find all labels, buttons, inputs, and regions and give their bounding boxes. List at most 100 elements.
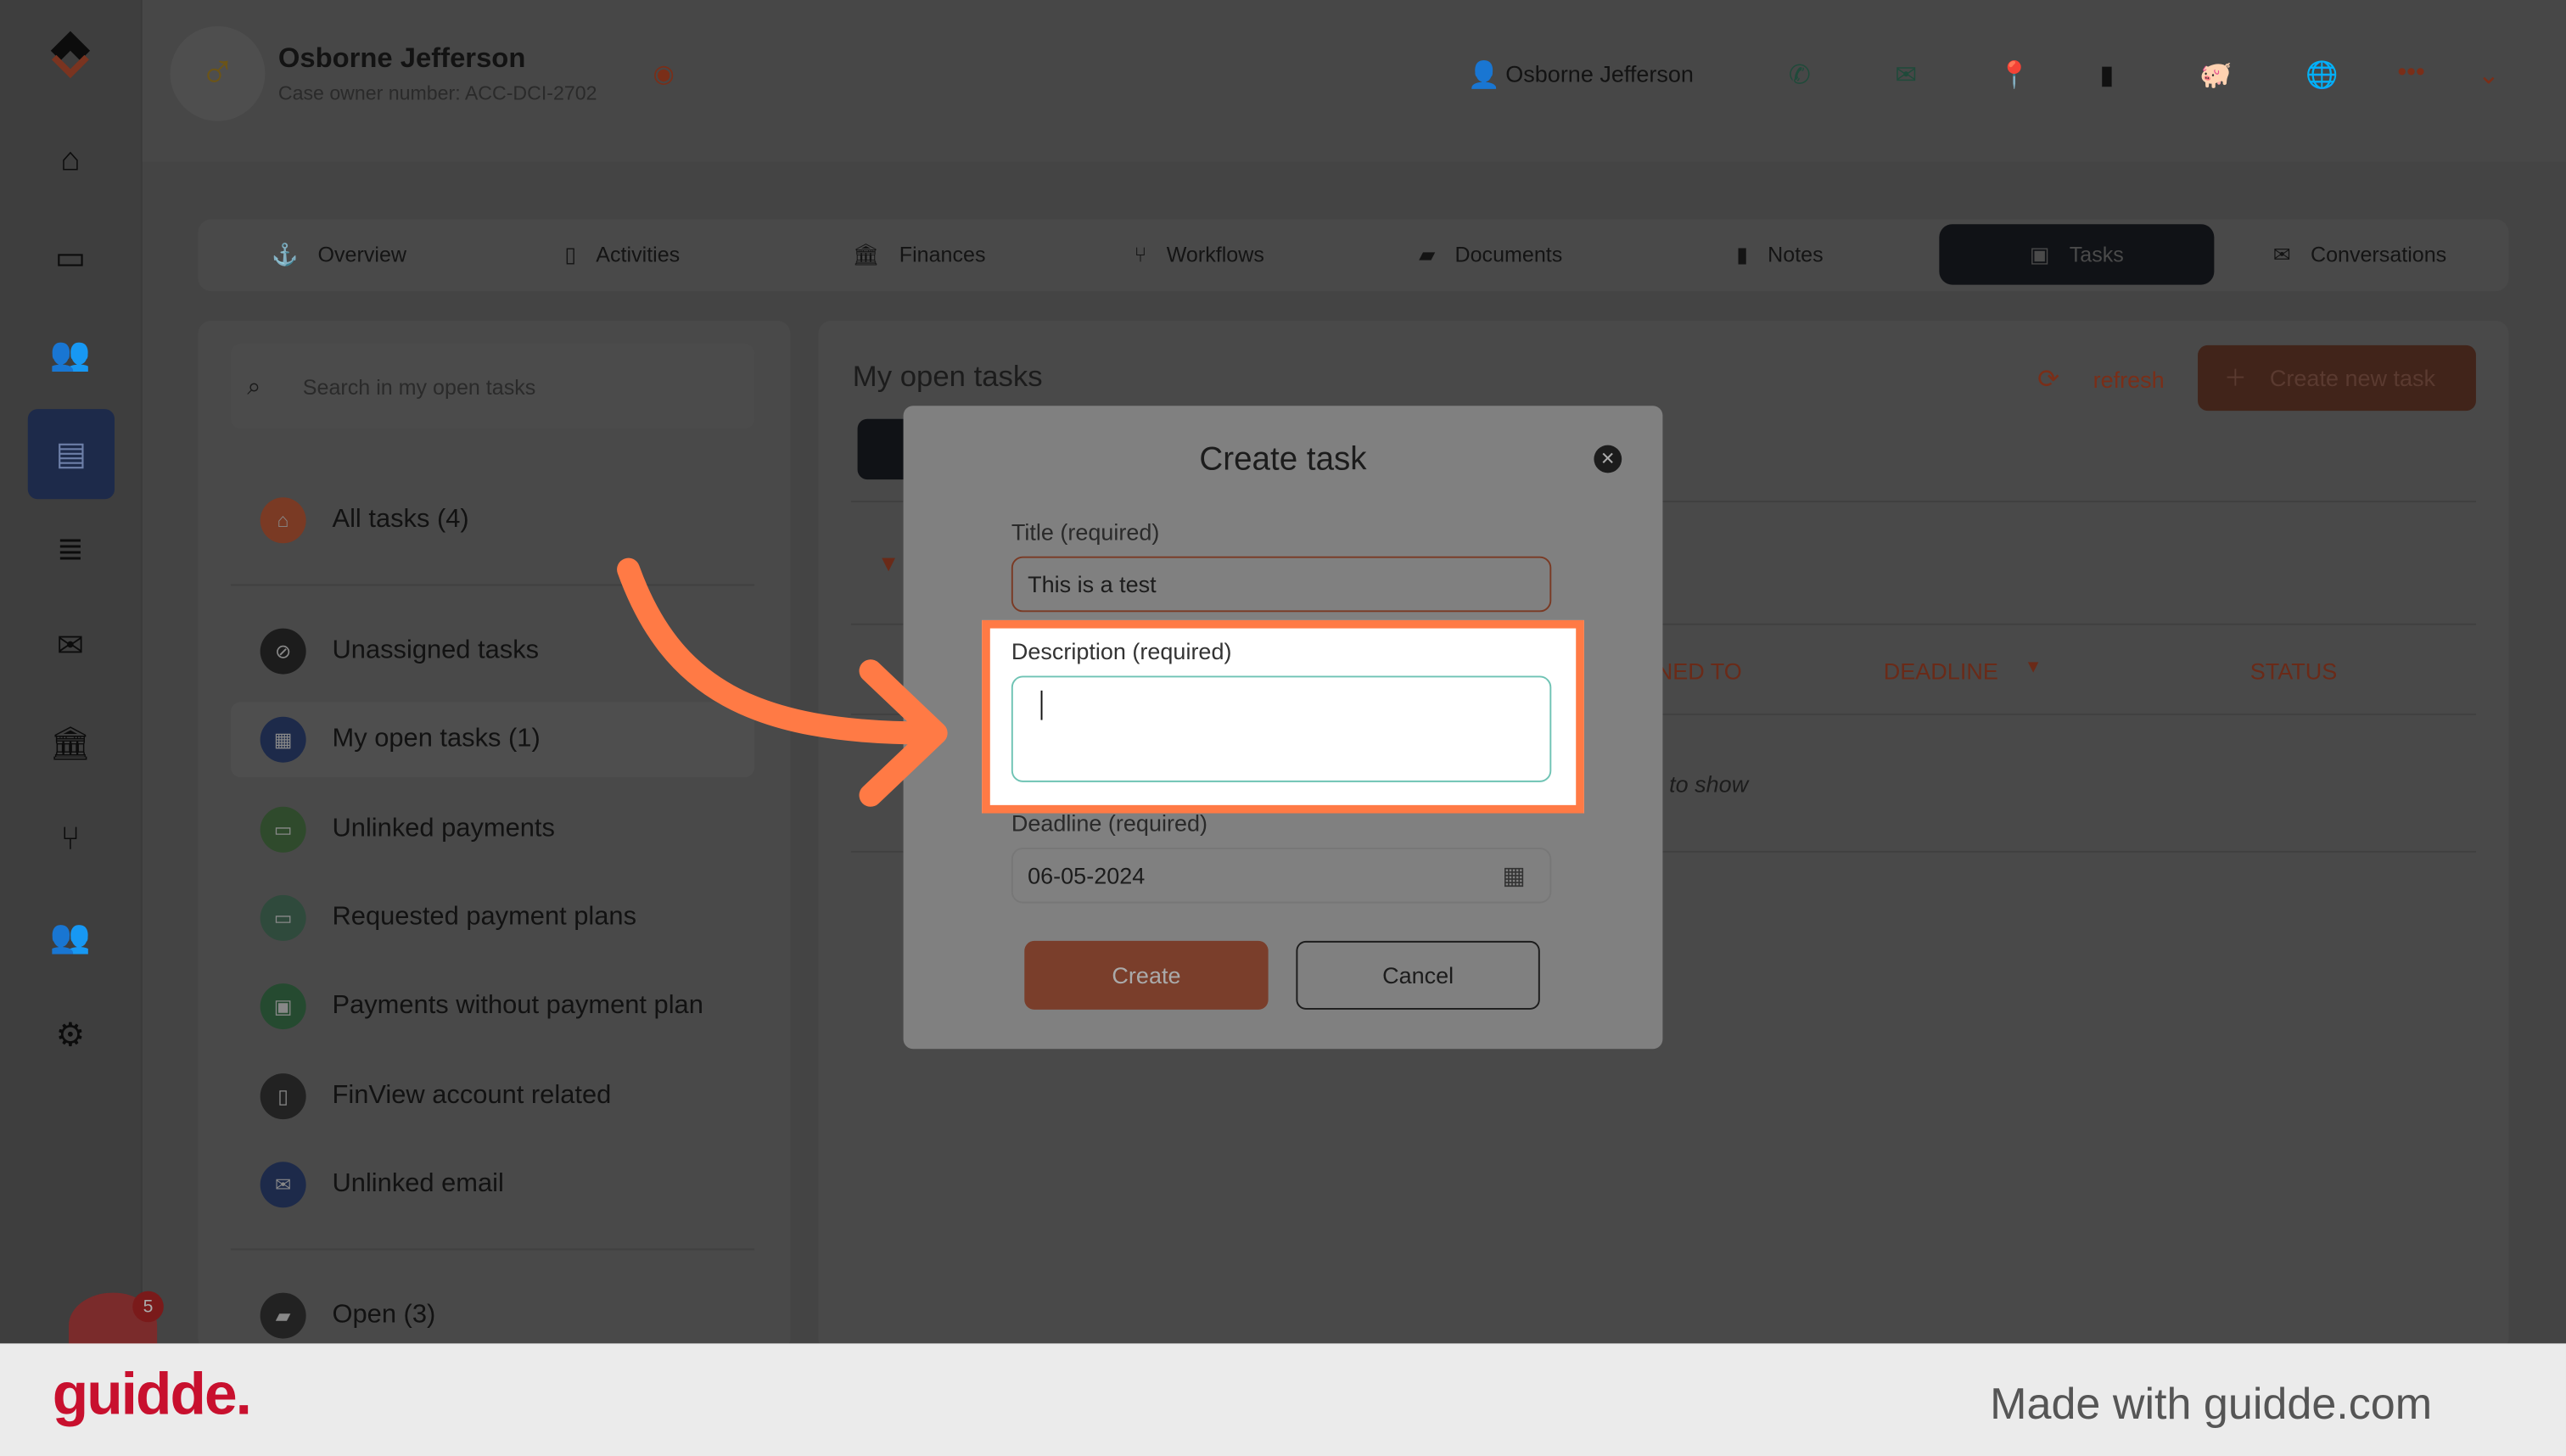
envelope-icon[interactable]: ✉ (44, 619, 97, 671)
header: ♂ Osborne Jefferson Case owner number: A… (142, 0, 2566, 162)
database-icon[interactable]: ≣ (44, 522, 97, 574)
phone-icon[interactable]: ✆ (1789, 59, 1811, 92)
tab-finances[interactable]: 🏛 Finances (853, 224, 986, 284)
sort-caret-icon[interactable]: ▼ (2025, 658, 2042, 677)
close-icon[interactable]: ✕ (1594, 445, 1622, 473)
create-task-modal: Create task ✕ Title (required) This is a… (903, 406, 1663, 1050)
modal-title: Create task (1199, 441, 1367, 479)
branch-icon: ⑂ (1134, 242, 1147, 267)
item-label: Unassigned tasks (332, 636, 540, 664)
sidebar: ⌂ ▭ 👥 ▤ ≣ ✉ 🏛 ⑂ 👥 ⚙ 5 (0, 0, 164, 1358)
task-filter-panel: Search in my open tasks ⌕ ⌂ All tasks (4)… (198, 320, 791, 1352)
tab-notes[interactable]: ▮ Notes (1736, 224, 1823, 284)
gear-icon[interactable]: ⚙ (44, 1008, 97, 1061)
item-label: FinView account related (332, 1081, 612, 1110)
create-button[interactable]: Create (1024, 940, 1269, 1010)
tab-label: Activities (596, 242, 681, 267)
filter-all-tasks[interactable]: ⌂ All tasks (4) (260, 497, 469, 544)
guidde-logo: guidde. (52, 1359, 252, 1427)
item-label: Unlinked payments (332, 815, 555, 843)
eye-icon[interactable]: ◉ (653, 59, 674, 88)
home-icon: ⌂ (260, 497, 306, 544)
item-label: Unlinked email (332, 1169, 504, 1198)
tab-label: Documents (1454, 242, 1563, 267)
item-label: Requested payment plans (332, 903, 637, 932)
cancel-button[interactable]: Cancel (1296, 940, 1540, 1010)
empty-message: to show (1669, 770, 1749, 798)
envelope-icon: ✉ (2272, 241, 2291, 266)
file-icon: ▯ (564, 241, 577, 266)
folder-open-icon: ▰ (260, 1292, 306, 1339)
location-pin-icon[interactable]: 📍 (1998, 59, 2031, 92)
deadline-input[interactable]: 06-05-2024 (1011, 847, 1552, 904)
app: ⌂ ▭ 👥 ▤ ≣ ✉ 🏛 ⑂ 👥 ⚙ 5 ♂ Osborne Jefferso… (0, 0, 2566, 1456)
footer: guidde. Made with guidde.com (0, 1343, 2566, 1456)
button-label: Create new task (2269, 365, 2436, 391)
search-input[interactable]: Search in my open tasks (230, 343, 755, 429)
client-name: Osborne Jefferson (277, 42, 526, 74)
bank-icon[interactable]: 🏛 (44, 717, 97, 770)
tasks-icon: ▣ (2029, 241, 2050, 266)
col-status[interactable]: STATUS (2250, 658, 2338, 684)
contact-name[interactable]: Osborne Jefferson (1505, 60, 1694, 87)
tab-label: Overview (317, 242, 407, 267)
tab-label: Workflows (1166, 242, 1264, 267)
calendar-icon: ▦ (260, 716, 306, 763)
plus-icon: ＋ (2223, 365, 2247, 391)
filter-open[interactable]: ▰ Open (3) (260, 1292, 436, 1339)
more-icon[interactable]: ••• (2397, 59, 2424, 88)
piggy-bank-icon[interactable]: 🐖 (2199, 59, 2232, 92)
description-textarea[interactable] (1011, 675, 1552, 782)
tab-workflows[interactable]: ⑂ Workflows (1134, 224, 1263, 284)
filter-finview[interactable]: ▯ FinView account related (260, 1073, 612, 1120)
tab-label: Tasks (2069, 242, 2124, 267)
notification-badge: 5 (132, 1291, 164, 1323)
filter-requested-payment-plans[interactable]: ▭ Requested payment plans (260, 894, 637, 941)
divider (230, 1248, 755, 1251)
filter-unlinked-email[interactable]: ✉ Unlinked email (260, 1162, 504, 1208)
person-icon: 👤 (1467, 62, 1501, 91)
mail-icon[interactable]: ✉ (1895, 59, 1917, 92)
tab-bar: ⚓ Overview ▯ Activities 🏛 Finances ⑂ Workflo… (198, 219, 2509, 292)
tab-overview[interactable]: ⚓ Overview (272, 224, 406, 284)
panel-title: My open tasks (852, 360, 1043, 393)
tab-conversations[interactable]: ✉ Conversations (2273, 224, 2446, 284)
branch-icon[interactable]: ⑂ (44, 813, 97, 865)
text-cursor (1040, 690, 1043, 720)
mobile-icon[interactable]: ▮ (2099, 59, 2114, 92)
users-icon[interactable]: 👥 (44, 328, 97, 380)
tab-tasks[interactable]: ▣ Tasks (1939, 224, 2215, 285)
title-label: Title (required) (1011, 518, 1160, 546)
male-avatar-icon: ♂ (170, 25, 266, 121)
filter-unassigned[interactable]: ⊘ Unassigned tasks (260, 628, 540, 675)
tab-documents[interactable]: ▰ Documents (1419, 224, 1562, 284)
user-slash-icon: ⊘ (260, 628, 306, 675)
item-label: Open (3) (332, 1301, 436, 1329)
contact-card-icon[interactable]: ▤ (27, 409, 115, 500)
col-assigned-to[interactable]: NED TO (1656, 658, 1742, 684)
col-deadline[interactable]: DEADLINE (1884, 658, 1998, 684)
app-logo[interactable] (44, 26, 97, 79)
envelope-icon: ✉ (260, 1162, 306, 1208)
folder-icon: ▰ (1419, 241, 1436, 266)
group-icon[interactable]: 👥 (44, 910, 97, 962)
title-input[interactable]: This is a test (1011, 556, 1552, 613)
tab-label: Notes (1768, 242, 1824, 267)
ticket-icon[interactable]: ▭ (44, 231, 97, 283)
document-icon: ▯ (260, 1073, 306, 1120)
refresh-icon[interactable]: ⟳ (2037, 363, 2059, 396)
refresh-link[interactable]: refresh (2093, 367, 2165, 393)
item-label: All tasks (4) (332, 505, 469, 534)
chevron-down-icon[interactable]: ⌄ (2478, 59, 2500, 92)
create-new-task-button[interactable]: ＋ Create new task (2198, 344, 2476, 412)
case-owner-number: Case owner number: ACC-DCI-2702 (277, 81, 597, 105)
money-icon: ▭ (260, 806, 306, 853)
calendar-icon[interactable]: ▦ (1502, 860, 1525, 890)
filter-my-open-tasks[interactable]: ▦ My open tasks (1) (260, 716, 541, 763)
filter-unlinked-payments[interactable]: ▭ Unlinked payments (260, 806, 555, 853)
globe-icon[interactable]: 🌐 (2305, 59, 2338, 92)
home-icon[interactable]: ⌂ (44, 134, 97, 187)
anchor-icon: ⚓ (272, 241, 299, 266)
tab-activities[interactable]: ▯ Activities (564, 224, 680, 284)
filter-payments-without-plan[interactable]: ▣ Payments without payment plan (260, 983, 703, 1030)
